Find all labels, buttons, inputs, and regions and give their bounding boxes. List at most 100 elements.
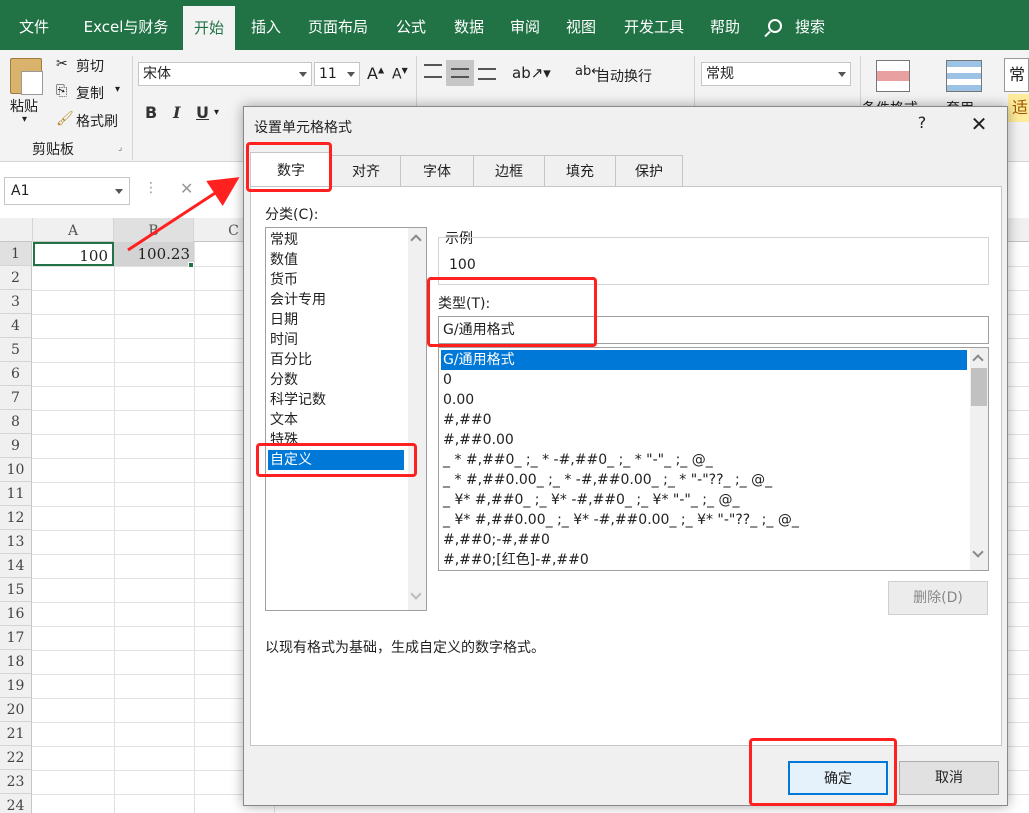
row-header[interactable]: 10 (0, 458, 32, 482)
format-as-table-icon[interactable] (946, 60, 982, 92)
category-item[interactable]: 货币 (268, 270, 404, 290)
scroll-up-icon[interactable] (410, 234, 421, 245)
row-header[interactable]: 12 (0, 506, 32, 530)
tab-developer[interactable]: 开发工具 (616, 0, 692, 50)
scroll-down-icon[interactable] (410, 588, 421, 599)
cell-a1[interactable]: 100 (33, 242, 114, 266)
category-item[interactable]: 时间 (268, 330, 404, 350)
tab-page-layout[interactable]: 页面布局 (300, 0, 376, 50)
cell-style-preview[interactable]: 常 (1004, 58, 1029, 92)
wrap-text-button[interactable]: 自动换行 (596, 66, 652, 86)
row-header[interactable]: 24 (0, 794, 32, 813)
tab-insert[interactable]: 插入 (243, 0, 289, 50)
paste-button[interactable]: 粘贴 (10, 96, 38, 116)
row-header[interactable]: 16 (0, 602, 32, 626)
scroll-down-icon[interactable] (972, 546, 983, 557)
category-item[interactable]: 特殊 (268, 430, 404, 450)
cut-icon[interactable]: ✂ (56, 56, 68, 72)
clipboard-icon[interactable] (10, 58, 42, 94)
type-input[interactable]: G/通用格式 (438, 316, 989, 344)
format-code-item[interactable]: 0.00 (441, 390, 967, 410)
row-header[interactable]: 1 (0, 242, 32, 266)
grow-font-icon[interactable]: A▲ (367, 64, 384, 83)
copy-button[interactable]: 复制 (76, 83, 104, 103)
category-scrollbar[interactable] (408, 228, 426, 610)
format-code-item[interactable]: #,##0 (441, 410, 967, 430)
category-item[interactable]: 文本 (268, 410, 404, 430)
category-list[interactable]: 常规数值货币会计专用日期时间百分比分数科学记数文本特殊自定义 (265, 227, 427, 611)
cell-b1[interactable]: 100.23 (114, 242, 194, 266)
copy-dropdown-icon[interactable]: ▾ (115, 84, 120, 95)
row-header[interactable]: 19 (0, 674, 32, 698)
cancel-button[interactable]: 取消 (899, 761, 999, 795)
shrink-font-icon[interactable]: A▼ (392, 66, 408, 83)
ok-button[interactable]: 确定 (788, 761, 888, 795)
italic-button[interactable]: I (173, 103, 180, 122)
row-header[interactable]: 15 (0, 578, 32, 602)
orientation-icon[interactable]: ab↗▾ (512, 64, 551, 82)
tab-alignment[interactable]: 对齐 (331, 155, 401, 187)
scroll-thumb[interactable] (971, 368, 987, 406)
row-header[interactable]: 8 (0, 410, 32, 434)
row-header[interactable]: 11 (0, 482, 32, 506)
row-header[interactable]: 18 (0, 650, 32, 674)
paste-dropdown-icon[interactable]: ▾ (22, 114, 27, 125)
row-header[interactable]: 13 (0, 530, 32, 554)
category-item[interactable]: 数值 (268, 250, 404, 270)
cut-button[interactable]: 剪切 (76, 56, 104, 76)
delete-button[interactable]: 删除(D) (888, 581, 988, 615)
format-painter-button[interactable]: 格式刷 (76, 111, 118, 131)
category-item[interactable]: 科学记数 (268, 390, 404, 410)
tab-protection[interactable]: 保护 (615, 155, 683, 187)
number-format-select[interactable]: 常规 (701, 62, 851, 86)
font-name-select[interactable]: 宋体 (138, 62, 312, 86)
row-header[interactable]: 4 (0, 314, 32, 338)
tab-fill[interactable]: 填充 (544, 155, 616, 187)
row-header[interactable]: 21 (0, 722, 32, 746)
row-header[interactable]: 9 (0, 434, 32, 458)
format-code-item[interactable]: _ * #,##0.00_ ;_ * -#,##0.00_ ;_ * "-"??… (441, 470, 967, 490)
tab-border[interactable]: 边框 (473, 155, 545, 187)
search-label[interactable]: 搜索 (790, 0, 830, 50)
align-top-icon[interactable] (424, 64, 442, 78)
row-header[interactable]: 14 (0, 554, 32, 578)
scroll-up-icon[interactable] (972, 354, 983, 365)
help-button[interactable]: ? (912, 113, 932, 132)
format-code-item[interactable]: _ ¥* #,##0_ ;_ ¥* -#,##0_ ;_ ¥* "-"_ ;_ … (441, 490, 967, 510)
tab-home[interactable]: 开始 (183, 6, 235, 50)
tab-excel-finance[interactable]: Excel与财务 (76, 0, 176, 50)
font-size-select[interactable]: 11 (314, 62, 360, 86)
copy-icon[interactable]: ⎘ (56, 83, 67, 99)
category-item[interactable]: 自定义 (268, 450, 404, 470)
tab-font[interactable]: 字体 (400, 155, 474, 187)
format-code-list[interactable]: G/通用格式00.00#,##0#,##0.00_ * #,##0_ ;_ * … (438, 347, 989, 571)
category-item[interactable]: 分数 (268, 370, 404, 390)
format-code-item[interactable]: #,##0.00 (441, 430, 967, 450)
row-header[interactable]: 7 (0, 386, 32, 410)
bold-button[interactable]: B (145, 103, 157, 122)
close-button[interactable]: ✕ (964, 111, 994, 137)
tab-help[interactable]: 帮助 (702, 0, 748, 50)
format-code-item[interactable]: G/通用格式 (441, 350, 967, 370)
cancel-edit-icon[interactable]: ✕ (180, 179, 193, 198)
conditional-format-icon[interactable] (876, 60, 910, 92)
underline-dropdown-icon[interactable]: ▾ (214, 107, 219, 118)
row-header[interactable]: 3 (0, 290, 32, 314)
tab-review[interactable]: 审阅 (502, 0, 548, 50)
column-header-a[interactable]: A (33, 218, 114, 242)
select-all-corner[interactable] (0, 218, 33, 242)
row-header[interactable]: 20 (0, 698, 32, 722)
align-middle-icon[interactable] (446, 60, 474, 86)
name-box[interactable]: A1 (4, 177, 130, 205)
row-header[interactable]: 17 (0, 626, 32, 650)
column-header-b[interactable]: B (114, 218, 194, 242)
format-list-scrollbar[interactable] (970, 348, 988, 570)
fill-handle[interactable] (188, 262, 194, 268)
category-item[interactable]: 日期 (268, 310, 404, 330)
format-code-item[interactable]: #,##0;[红色]-#,##0 (441, 550, 967, 570)
clipboard-launcher-icon[interactable]: ⌟ (118, 143, 122, 153)
category-item[interactable]: 常规 (268, 230, 404, 250)
format-code-item[interactable]: #,##0;-#,##0 (441, 530, 967, 550)
format-code-item[interactable]: _ ¥* #,##0.00_ ;_ ¥* -#,##0.00_ ;_ ¥* "-… (441, 510, 967, 530)
format-code-item[interactable]: _ * #,##0_ ;_ * -#,##0_ ;_ * "-"_ ;_ @_ (441, 450, 967, 470)
